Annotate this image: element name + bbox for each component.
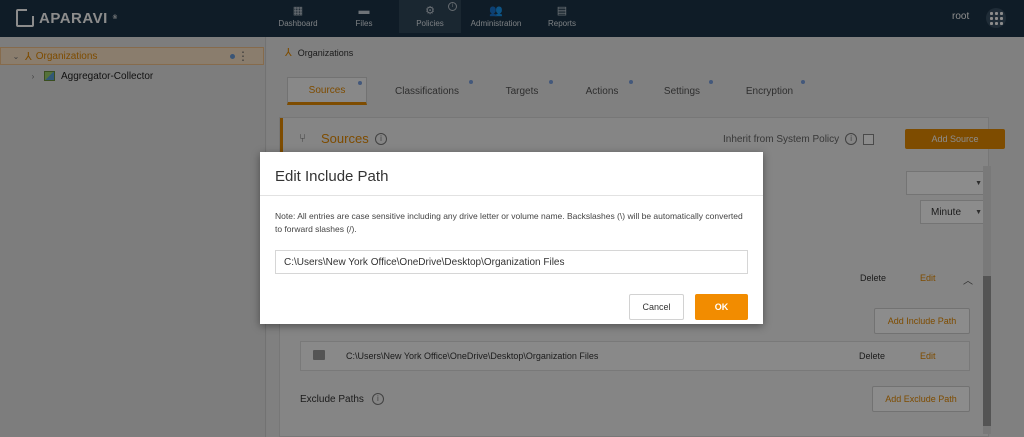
cancel-button[interactable]: Cancel	[629, 294, 684, 320]
include-path-input[interactable]	[275, 250, 748, 274]
edit-include-path-dialog: Edit Include Path Note: All entries are …	[260, 152, 763, 324]
dialog-note: Note: All entries are case sensitive inc…	[275, 211, 743, 234]
dialog-title: Edit Include Path	[275, 168, 389, 185]
dialog-divider	[260, 195, 763, 196]
ok-button[interactable]: OK	[695, 294, 748, 320]
